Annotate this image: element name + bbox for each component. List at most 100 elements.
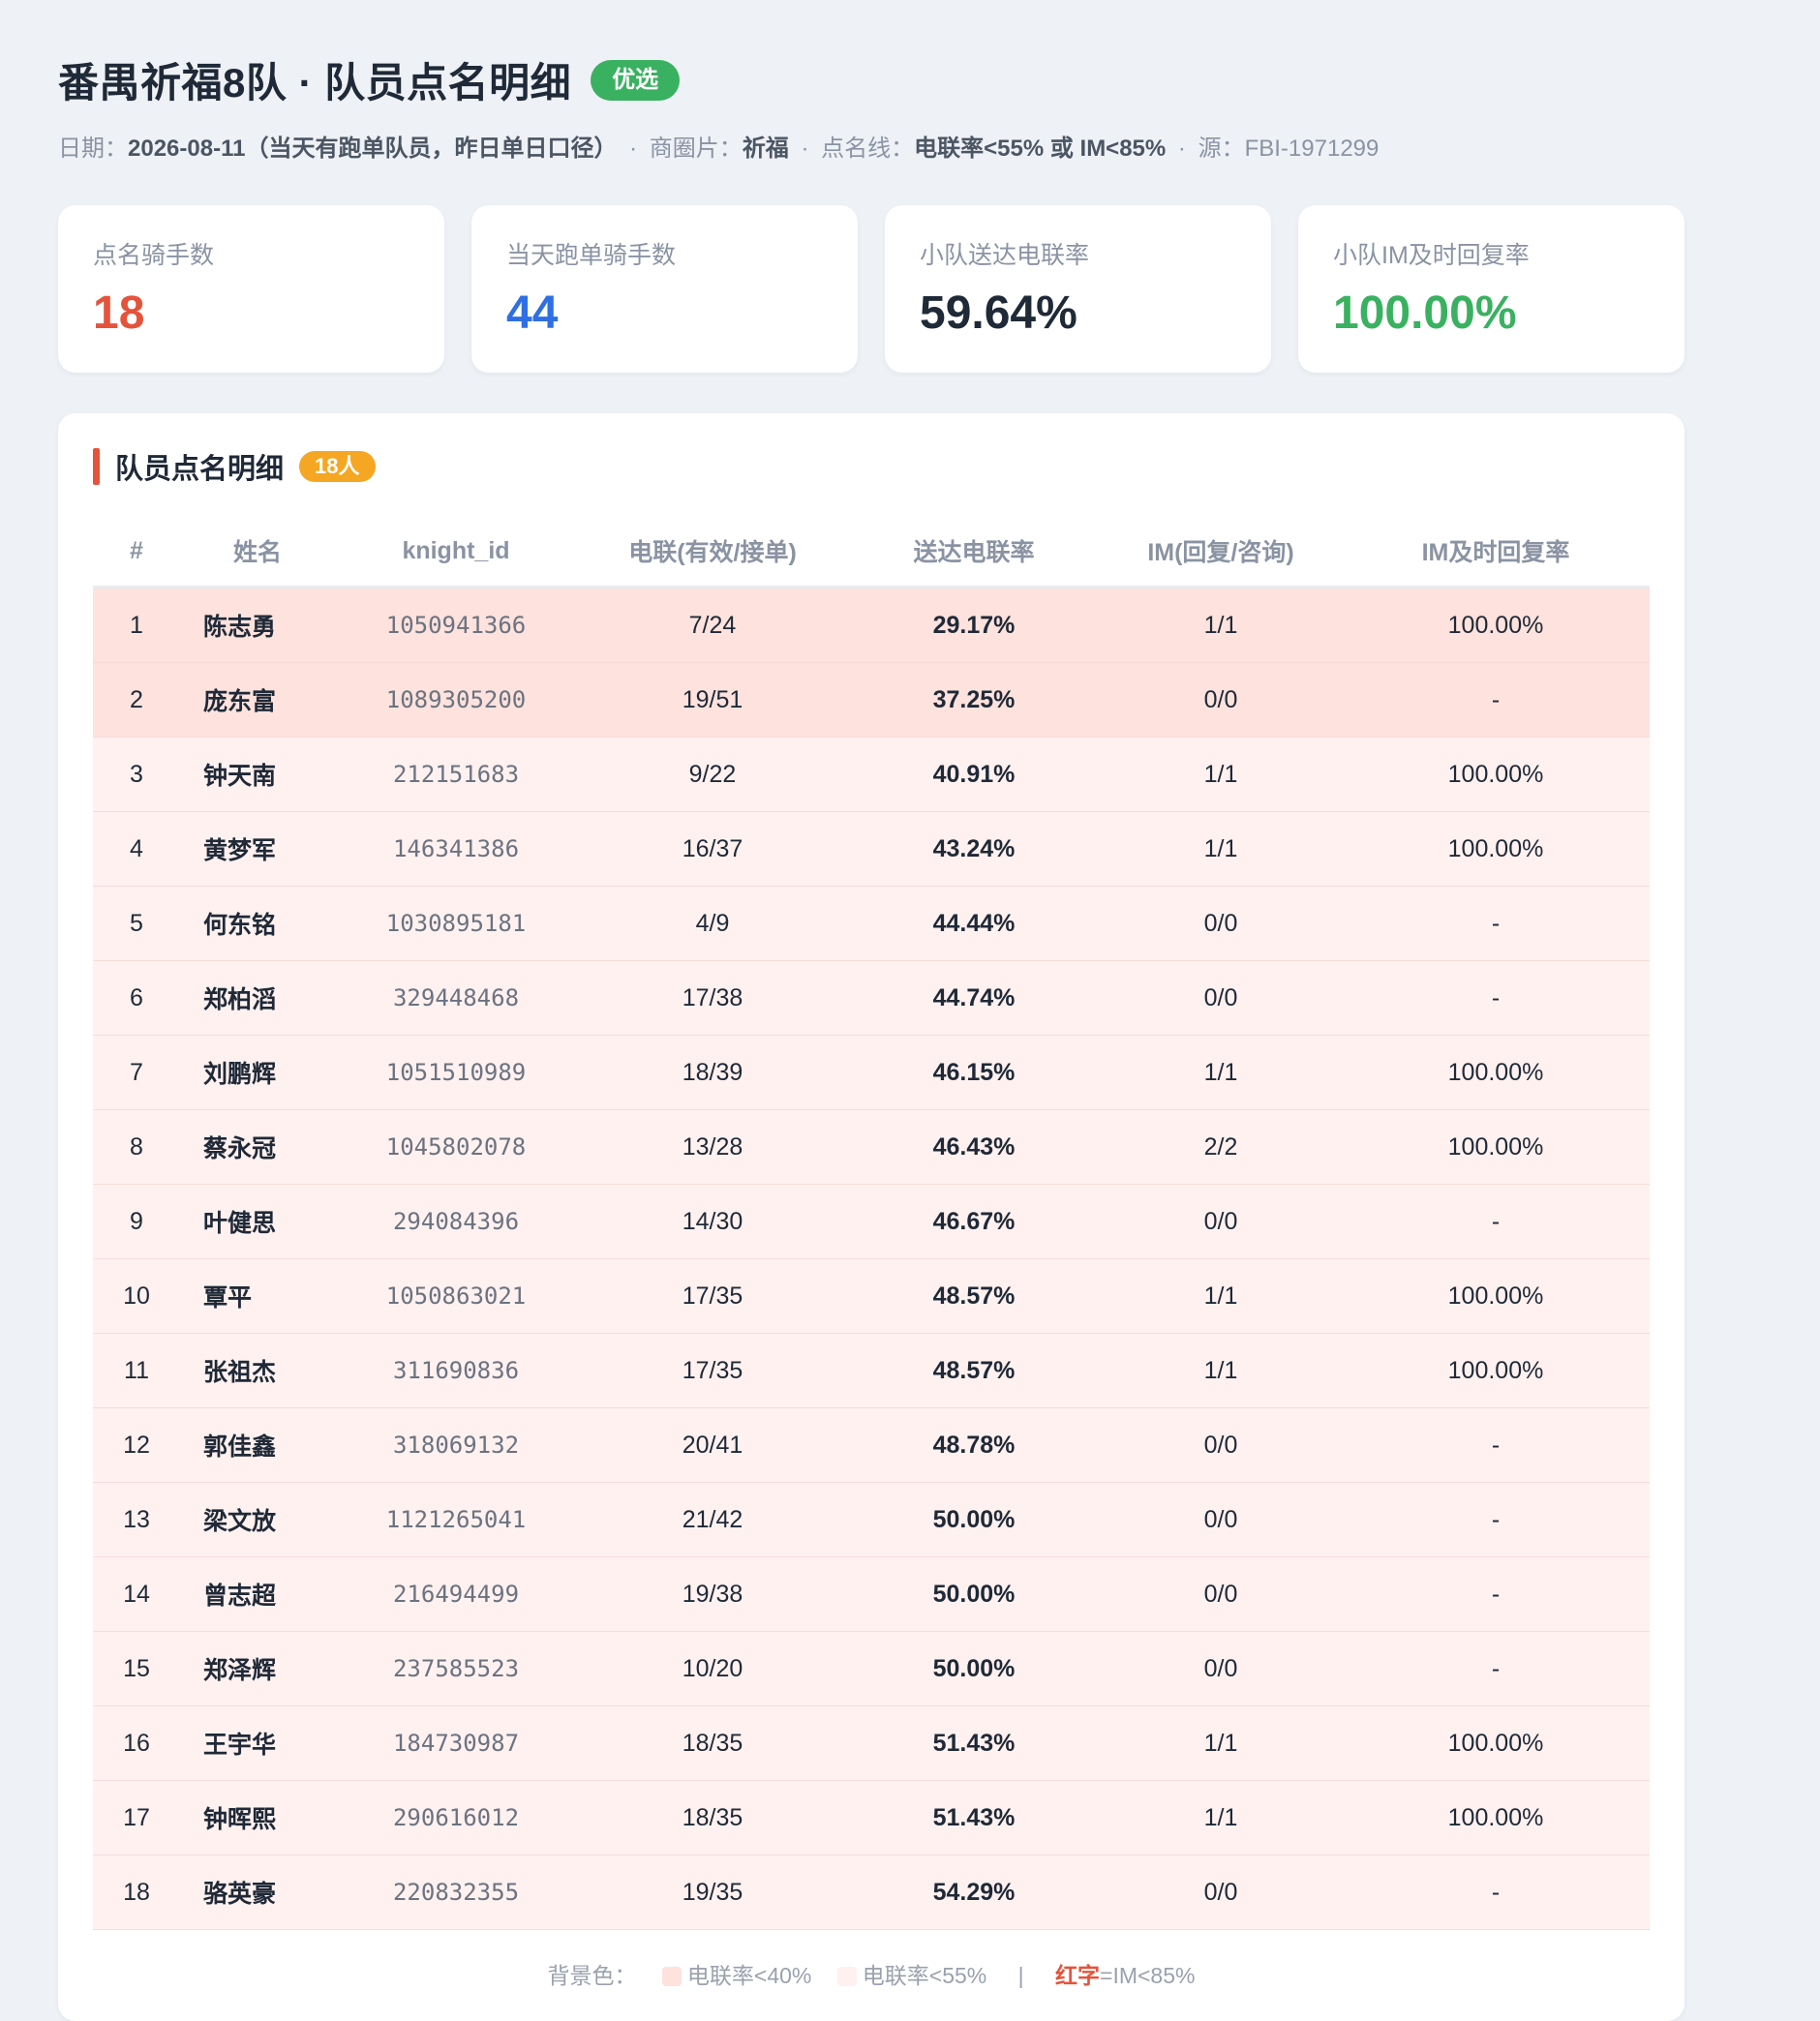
table-row: 13 梁文放 1121265041 21/42 50.00% 0/0- <box>93 1482 1650 1557</box>
rider-name: 钟晖熙 <box>180 1780 335 1855</box>
row-index: 16 <box>93 1705 180 1781</box>
legend-red-text: 红字 <box>1055 1963 1101 1988</box>
im-rate: 100.00% <box>1342 1780 1650 1855</box>
call-rate: 54.29% <box>848 1855 1100 1930</box>
rider-name: 陈志勇 <box>180 587 335 663</box>
call-count: 19/35 <box>577 1855 848 1930</box>
table-row: 4 黄梦军 146341386 16/37 43.24% 1/1 100.00% <box>93 811 1650 887</box>
knight-id: 1050941366 <box>335 587 577 663</box>
legend-mid-label: 电联率<55% <box>862 1963 987 1988</box>
separator: · <box>1177 136 1186 162</box>
im-count: 1/1 <box>1100 1258 1342 1334</box>
call-rate: 37.25% <box>848 662 1100 738</box>
call-count: 14/30 <box>577 1184 848 1259</box>
im-count: 0/0 <box>1100 1556 1342 1632</box>
im-count: 1/1 <box>1100 811 1342 887</box>
knight-id: 1051510989 <box>335 1035 577 1110</box>
kpi-label: 当天跑单骑手数 <box>506 242 677 269</box>
call-rate: 50.00% <box>848 1631 1100 1706</box>
im-count: 1/1 <box>1100 587 1342 663</box>
rider-name: 张祖杰 <box>180 1333 335 1408</box>
call-count: 13/28 <box>577 1109 848 1185</box>
table-row: 8 蔡永冠 1045802078 13/28 46.43% 2/2 100.00% <box>93 1109 1650 1185</box>
kpi-card-call-rate: 小队送达电联率 59.64% <box>885 205 1271 373</box>
im-rate: - <box>1342 960 1650 1036</box>
call-count: 4/9 <box>577 886 848 961</box>
row-index: 3 <box>93 737 180 812</box>
knight-id: 290616012 <box>335 1780 577 1855</box>
call-count: 17/38 <box>577 960 848 1036</box>
kpi-value: 59.64% <box>920 287 1077 339</box>
im-count: 0/0 <box>1100 662 1342 738</box>
im-rate: - <box>1342 1855 1650 1930</box>
separator: · <box>629 136 638 162</box>
im-rate: - <box>1342 886 1650 961</box>
im-count: 0/0 <box>1100 1407 1342 1483</box>
table-row: 18 骆英豪 220832355 19/35 54.29% 0/0- <box>93 1855 1650 1930</box>
rider-name: 郑泽辉 <box>180 1631 335 1706</box>
row-index: 7 <box>93 1035 180 1110</box>
table-row: 10 覃平 1050863021 17/35 48.57% 1/1 100.00% <box>93 1258 1650 1334</box>
legend-divider: | <box>1017 1963 1024 1988</box>
kpi-value: 100.00% <box>1333 287 1517 339</box>
column-header-index: # <box>93 516 180 588</box>
table-row: 6 郑柏滔 329448468 17/38 44.74% 0/0- <box>93 960 1650 1036</box>
page-title: 番禺祈福8队 · 队员点名明细 <box>58 60 572 106</box>
knight-id: 216494499 <box>335 1556 577 1632</box>
im-rate: 100.00% <box>1342 1705 1650 1781</box>
table-header-row: # 姓名 knight_id 电联(有效/接单) 送达电联率 IM(回复/咨询)… <box>93 516 1650 588</box>
rider-name: 覃平 <box>180 1258 335 1334</box>
call-rate: 50.00% <box>848 1482 1100 1557</box>
im-count: 0/0 <box>1100 1631 1342 1706</box>
call-rate: 51.43% <box>848 1780 1100 1855</box>
table-row: 3 钟天南 212151683 9/22 40.91% 1/1 100.00% <box>93 737 1650 812</box>
knight-id: 294084396 <box>335 1184 577 1259</box>
row-index: 6 <box>93 960 180 1036</box>
call-rate: 40.91% <box>848 737 1100 812</box>
kpi-cards: 点名骑手数 18 当天跑单骑手数 44 小队送达电联率 59.64% 小队IM及… <box>58 205 1684 373</box>
panel-header: 队员点名明细 18人 <box>93 446 1650 487</box>
legend-red-rule: =IM<85% <box>1100 1963 1196 1988</box>
im-rate: 100.00% <box>1342 587 1650 663</box>
column-header-im: IM(回复/咨询) <box>1100 516 1342 588</box>
table-row: 17 钟晖熙 290616012 18/35 51.43% 1/1 100.00% <box>93 1780 1650 1855</box>
im-count: 0/0 <box>1100 1855 1342 1930</box>
im-rate: - <box>1342 1631 1650 1706</box>
table-row: 9 叶健思 294084396 14/30 46.67% 0/0- <box>93 1184 1650 1259</box>
kpi-card-active-riders: 当天跑单骑手数 44 <box>471 205 858 373</box>
roll-call-table: # 姓名 knight_id 电联(有效/接单) 送达电联率 IM(回复/咨询)… <box>93 516 1650 1930</box>
legend-low-label: 电联率<40% <box>686 1963 812 1988</box>
im-count: 1/1 <box>1100 737 1342 812</box>
im-rate: - <box>1342 1556 1650 1632</box>
column-header-call-rate: 送达电联率 <box>848 516 1100 588</box>
row-index: 10 <box>93 1258 180 1334</box>
im-count: 0/0 <box>1100 960 1342 1036</box>
table-row: 11 张祖杰 311690836 17/35 48.57% 1/1 100.00% <box>93 1333 1650 1408</box>
premium-badge: 优选 <box>591 59 681 101</box>
row-index: 12 <box>93 1407 180 1483</box>
date-value: 2026-08-11（当天有跑单队员，昨日单日口径） <box>128 136 618 162</box>
im-rate: - <box>1342 1482 1650 1557</box>
call-count: 19/51 <box>577 662 848 738</box>
column-header-call: 电联(有效/接单) <box>577 516 848 588</box>
accent-bar <box>93 448 100 485</box>
rider-name: 钟天南 <box>180 737 335 812</box>
call-rate: 48.57% <box>848 1258 1100 1334</box>
panel-title: 队员点名明细 <box>115 454 285 485</box>
call-rate: 46.67% <box>848 1184 1100 1259</box>
knight-id: 329448468 <box>335 960 577 1036</box>
call-rate: 43.24% <box>848 811 1100 887</box>
page: 番禺祈福8队 · 队员点名明细 优选 日期：2026-08-11（当天有跑单队员… <box>0 0 1684 2021</box>
rider-name: 梁文放 <box>180 1482 335 1557</box>
call-rate: 50.00% <box>848 1556 1100 1632</box>
table-row: 12 郭佳鑫 318069132 20/41 48.78% 0/0- <box>93 1407 1650 1483</box>
row-index: 18 <box>93 1855 180 1930</box>
table-row: 14 曾志超 216494499 19/38 50.00% 0/0- <box>93 1556 1650 1632</box>
call-count: 20/41 <box>577 1407 848 1483</box>
table-row: 2 庞东富 1089305200 19/51 37.25% 0/0- <box>93 662 1650 738</box>
rider-name: 郑柏滔 <box>180 960 335 1036</box>
source-value: FBI-1971299 <box>1244 136 1380 162</box>
kpi-label: 小队IM及时回复率 <box>1333 242 1530 269</box>
im-count: 0/0 <box>1100 1184 1342 1259</box>
rider-name: 曾志超 <box>180 1556 335 1632</box>
